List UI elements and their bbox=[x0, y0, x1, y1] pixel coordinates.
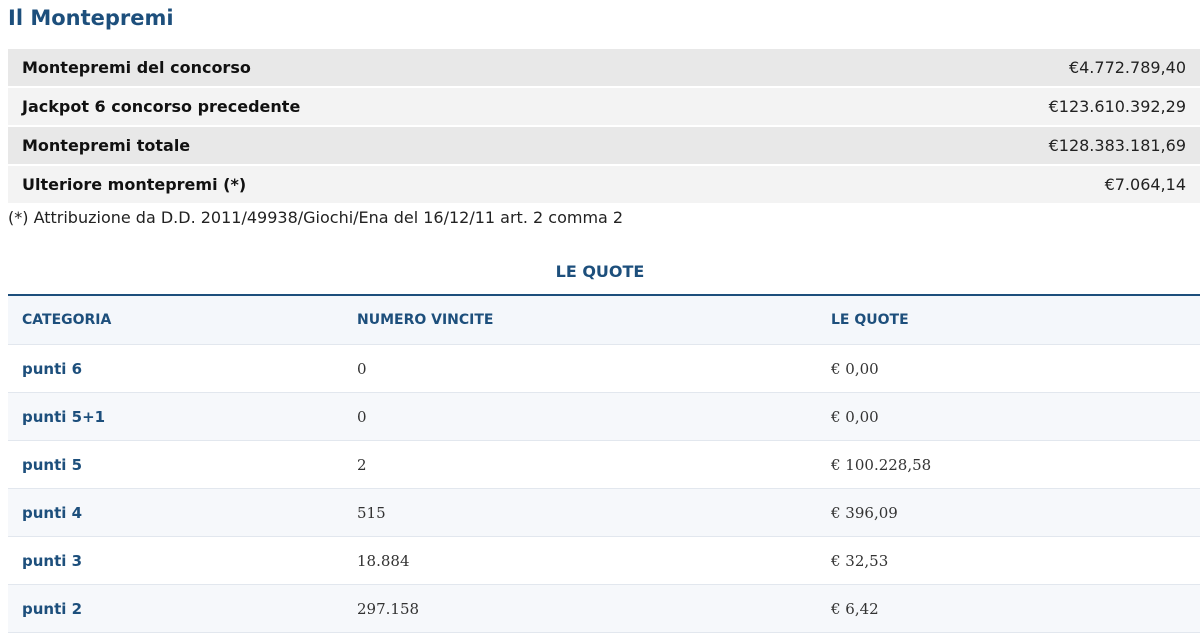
table-row: punti 3 18.884 € 32,53 bbox=[8, 537, 1200, 585]
vincite-cell: 0 bbox=[357, 407, 367, 426]
quotes-table: CATEGORIA NUMERO VINCITE LE QUOTE punti … bbox=[8, 294, 1200, 633]
column-header-categoria: CATEGORIA bbox=[22, 312, 112, 328]
quota-cell: € 396,09 bbox=[831, 503, 898, 522]
quota-cell: € 0,00 bbox=[831, 407, 879, 426]
footnote: (*) Attribuzione da D.D. 2011/49938/Gioc… bbox=[8, 208, 624, 227]
summary-value: €123.610.392,29 bbox=[1048, 97, 1186, 116]
categoria-cell: punti 6 bbox=[22, 359, 83, 378]
vincite-cell: 0 bbox=[357, 359, 367, 378]
summary-row-jackpot: Jackpot 6 concorso precedente €123.610.3… bbox=[8, 88, 1200, 125]
summary-value: €7.064,14 bbox=[1104, 175, 1186, 194]
vincite-cell: 2 bbox=[357, 455, 367, 474]
summary-row-montepremi-concorso: Montepremi del concorso €4.772.789,40 bbox=[8, 49, 1200, 86]
vincite-cell: 515 bbox=[357, 503, 386, 522]
column-header-le-quote: LE QUOTE bbox=[831, 312, 909, 328]
column-header-numero-vincite: NUMERO VINCITE bbox=[357, 312, 494, 328]
table-row: punti 6 0 € 0,00 bbox=[8, 345, 1200, 393]
table-row: punti 4 515 € 396,09 bbox=[8, 489, 1200, 537]
quota-cell: € 6,42 bbox=[831, 599, 879, 618]
summary-label: Jackpot 6 concorso precedente bbox=[22, 97, 301, 116]
vincite-cell: 18.884 bbox=[357, 551, 410, 570]
summary-value: €4.772.789,40 bbox=[1068, 58, 1186, 77]
quota-cell: € 100.228,58 bbox=[831, 455, 932, 474]
categoria-cell: punti 5 bbox=[22, 455, 83, 474]
categoria-cell: punti 4 bbox=[22, 503, 83, 522]
page-title: Il Montepremi bbox=[8, 6, 174, 30]
table-header-row: CATEGORIA NUMERO VINCITE LE QUOTE bbox=[8, 296, 1200, 345]
categoria-cell: punti 3 bbox=[22, 551, 83, 570]
summary-label: Ulteriore montepremi (*) bbox=[22, 175, 247, 194]
quotes-title: LE QUOTE bbox=[555, 262, 645, 281]
categoria-cell: punti 5+1 bbox=[22, 407, 106, 426]
quota-cell: € 32,53 bbox=[831, 551, 889, 570]
summary-label: Montepremi del concorso bbox=[22, 58, 251, 77]
summary-label: Montepremi totale bbox=[22, 136, 191, 155]
montepremi-summary: Montepremi del concorso €4.772.789,40 Ja… bbox=[8, 49, 1200, 205]
table-row: punti 5+1 0 € 0,00 bbox=[8, 393, 1200, 441]
table-row: punti 2 297.158 € 6,42 bbox=[8, 585, 1200, 633]
table-row: punti 5 2 € 100.228,58 bbox=[8, 441, 1200, 489]
vincite-cell: 297.158 bbox=[357, 599, 420, 618]
quota-cell: € 0,00 bbox=[831, 359, 879, 378]
summary-value: €128.383.181,69 bbox=[1048, 136, 1186, 155]
summary-row-montepremi-totale: Montepremi totale €128.383.181,69 bbox=[8, 127, 1200, 164]
categoria-cell: punti 2 bbox=[22, 599, 83, 618]
page: Il Montepremi Montepremi del concorso €4… bbox=[0, 0, 1200, 639]
summary-row-ulteriore-montepremi: Ulteriore montepremi (*) €7.064,14 bbox=[8, 166, 1200, 203]
